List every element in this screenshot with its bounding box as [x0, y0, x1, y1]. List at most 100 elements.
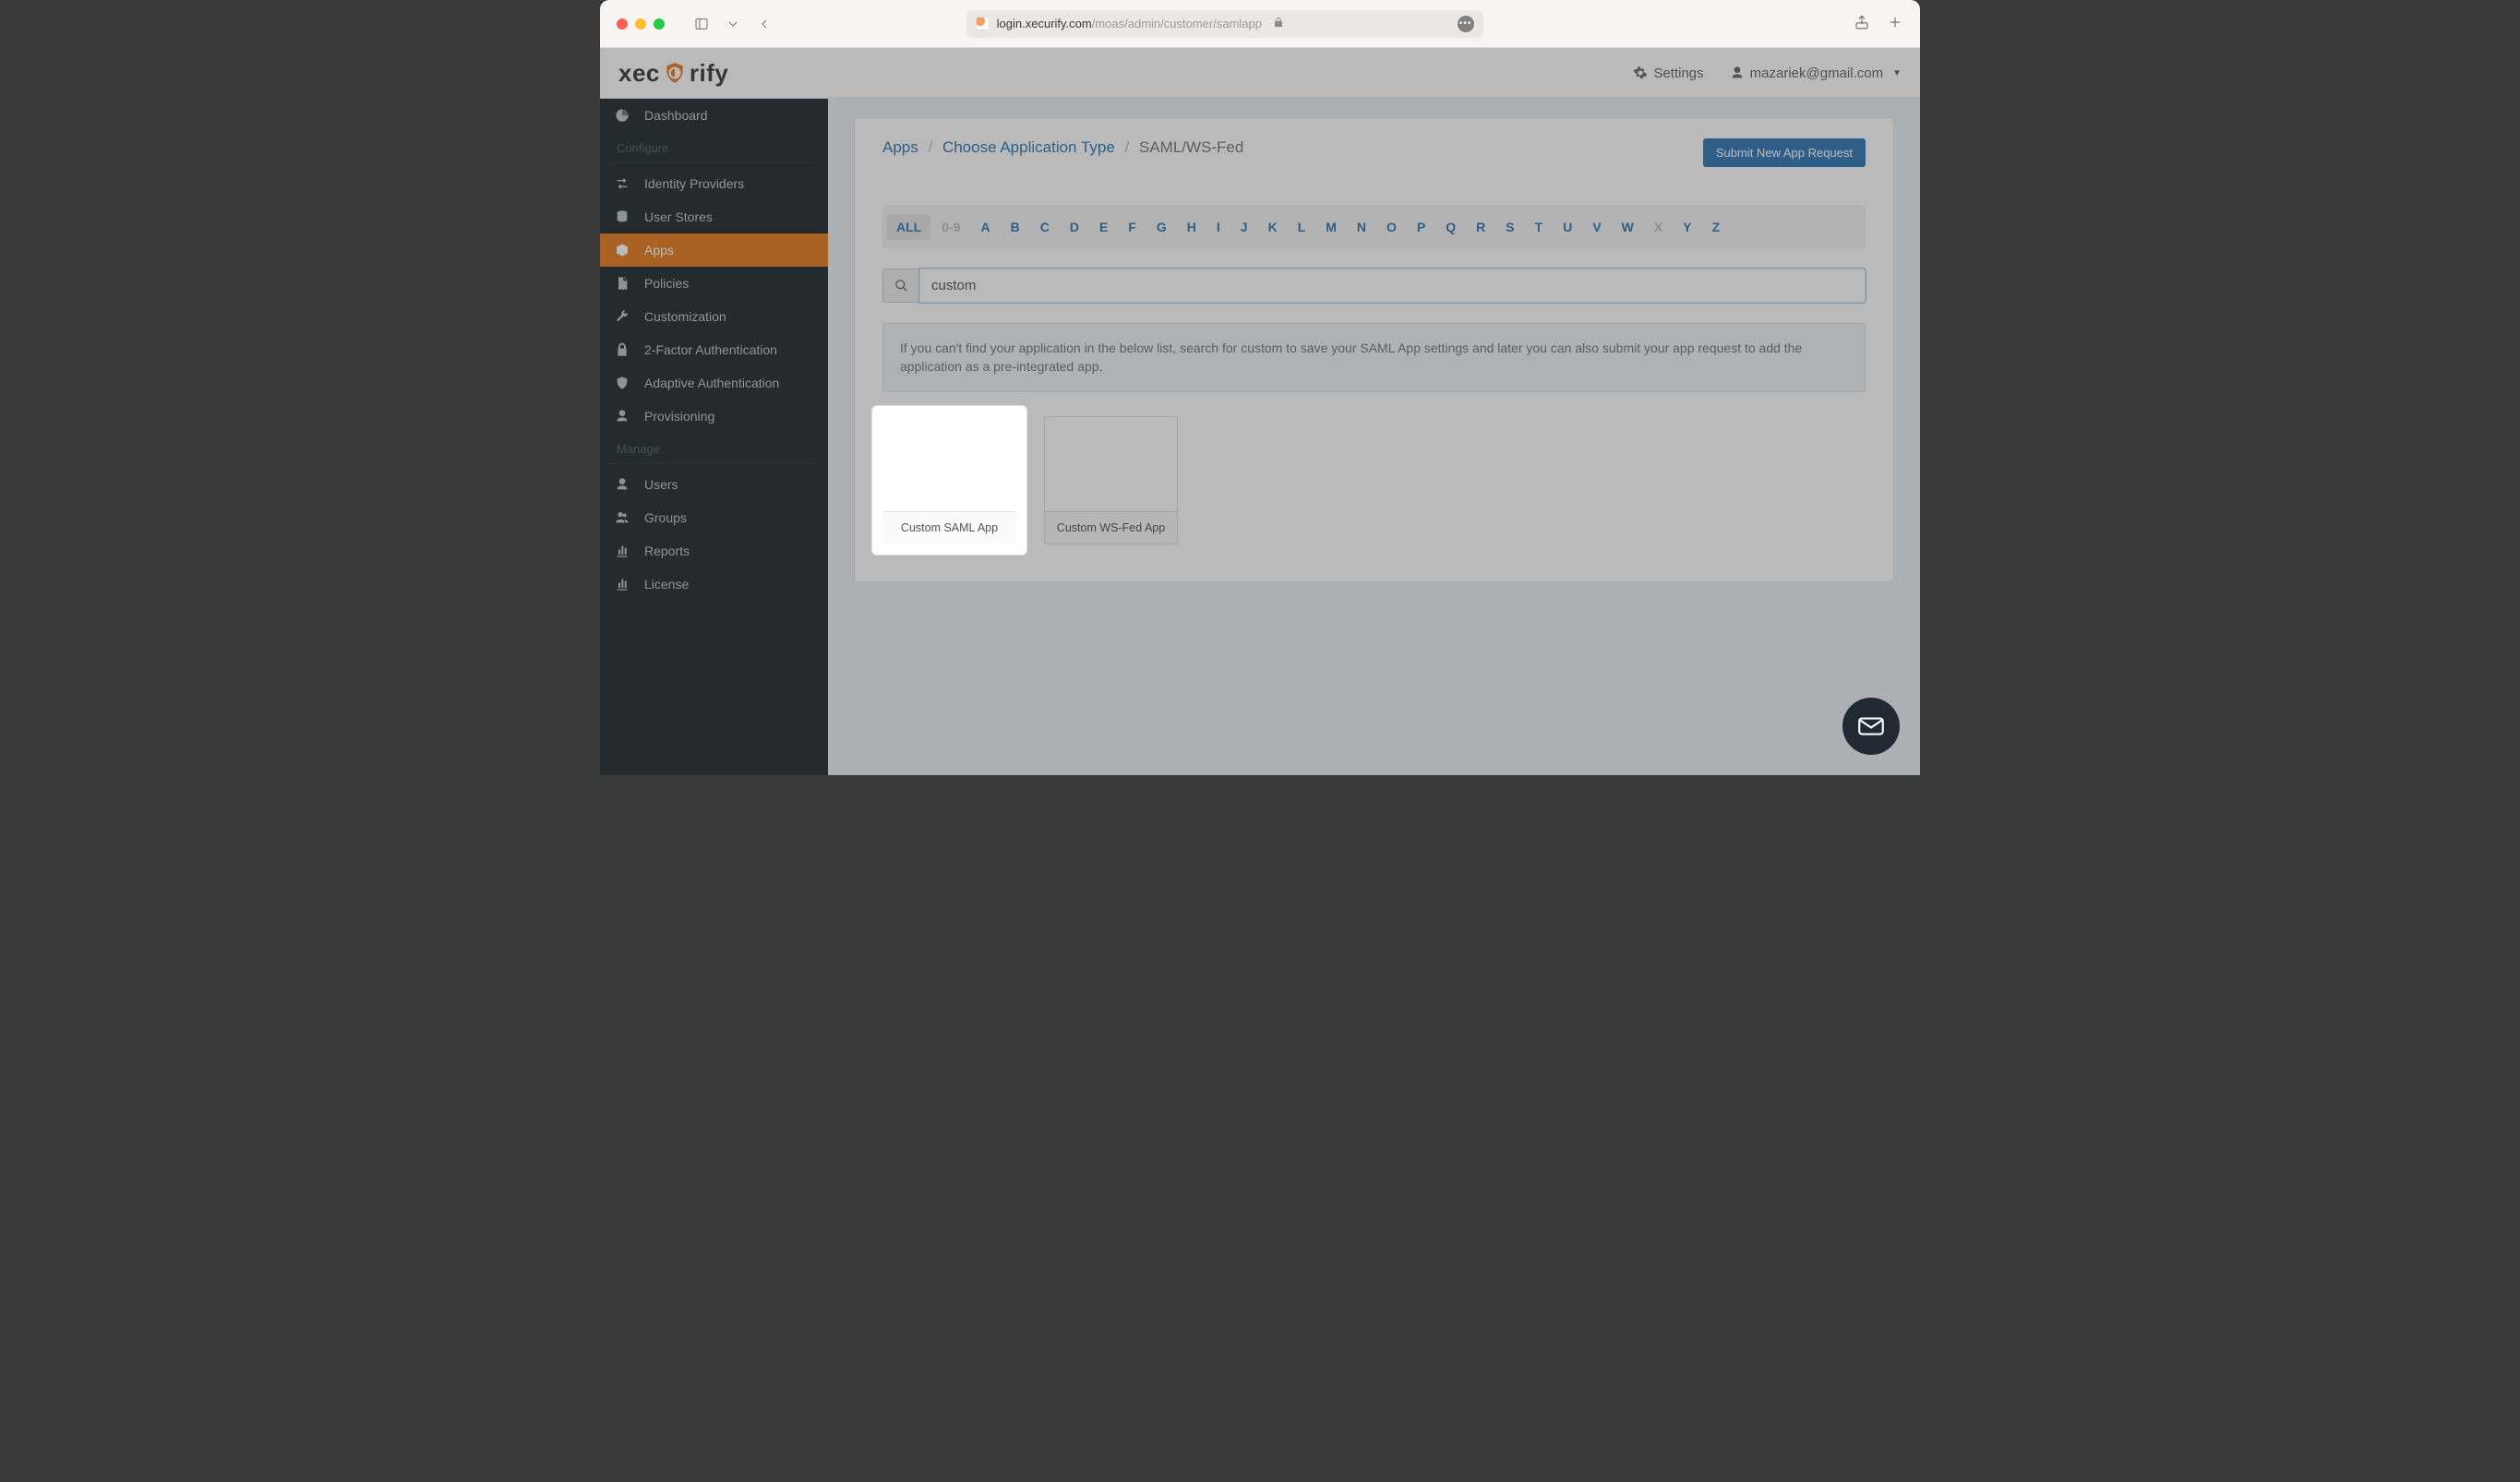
- maximize-window-icon[interactable]: [654, 18, 665, 30]
- url-host: login.xecurify.com/moas/admin/customer/s…: [997, 17, 1262, 30]
- shield-icon: [613, 376, 631, 390]
- users-icon: [613, 510, 631, 525]
- sidebar-item-adaptive-authentication[interactable]: Adaptive Authentication: [600, 366, 828, 400]
- mail-icon: [1855, 711, 1887, 742]
- sidebar-item-label: Customization: [644, 309, 726, 324]
- highlighted-tile-custom-saml[interactable]: Custom SAML App: [871, 405, 1027, 556]
- back-icon[interactable]: [751, 11, 777, 37]
- filter-letter-z[interactable]: Z: [1703, 214, 1730, 240]
- logo-text-pre: xec: [618, 59, 660, 88]
- dropdown-chevron-icon[interactable]: [720, 11, 746, 37]
- sidebar-section-manage_label: Manage: [600, 433, 828, 463]
- dashboard-icon: [613, 108, 631, 123]
- filter-letter-o[interactable]: O: [1377, 214, 1406, 240]
- filter-letter-c[interactable]: C: [1031, 214, 1059, 240]
- filter-letter-e[interactable]: E: [1090, 214, 1117, 240]
- breadcrumb: Apps / Choose Application Type / SAML/WS…: [882, 138, 1243, 157]
- sidebar-item-customization[interactable]: Customization: [600, 300, 828, 333]
- app-tile-custom-ws-fed-app[interactable]: Custom WS-Fed App: [1044, 416, 1178, 544]
- site-favicon-icon: [976, 17, 990, 30]
- user-email: mazariek@gmail.com: [1750, 66, 1883, 81]
- sidebar-item-label: Identity Providers: [644, 176, 744, 191]
- user-icon: [613, 477, 631, 492]
- filter-letter-r[interactable]: R: [1467, 214, 1494, 240]
- filter-letter-v[interactable]: V: [1583, 214, 1610, 240]
- breadcrumb-choose-type[interactable]: Choose Application Type: [942, 138, 1115, 156]
- filter-letter-t[interactable]: T: [1526, 214, 1553, 240]
- new-tab-icon[interactable]: [1887, 14, 1903, 33]
- filter-letter-k[interactable]: K: [1259, 214, 1287, 240]
- window-controls[interactable]: [617, 18, 665, 30]
- brand-logo[interactable]: xec rify: [618, 59, 728, 88]
- app-header: xec rify Settings mazariek@gmail.com ▼: [600, 48, 1920, 99]
- filter-letter-q[interactable]: Q: [1436, 214, 1465, 240]
- filter-letter-a[interactable]: A: [971, 214, 999, 240]
- filter-letter-h[interactable]: H: [1178, 214, 1206, 240]
- sidebar-item-reports[interactable]: Reports: [600, 534, 828, 568]
- filter-letter-g[interactable]: G: [1147, 214, 1176, 240]
- filter-letter-s[interactable]: S: [1496, 214, 1523, 240]
- sidebar-item-label: Users: [644, 477, 678, 492]
- logo-shield-icon: [663, 61, 687, 85]
- filter-letter-j[interactable]: J: [1231, 214, 1257, 240]
- user-icon: [613, 409, 631, 424]
- filter-letter-all[interactable]: ALL: [887, 214, 930, 240]
- sidebar-item-2-factor-authentication[interactable]: 2-Factor Authentication: [600, 333, 828, 366]
- close-window-icon[interactable]: [617, 18, 628, 30]
- breadcrumb-apps[interactable]: Apps: [882, 138, 918, 156]
- sidebar-item-groups[interactable]: Groups: [600, 501, 828, 534]
- sidebar-item-label: Provisioning: [644, 409, 714, 424]
- filter-letter-w[interactable]: W: [1613, 214, 1643, 240]
- sidebar-item-label: User Stores: [644, 209, 713, 224]
- submit-app-request-button[interactable]: Submit New App Request: [1703, 138, 1866, 167]
- sidebar-item-users[interactable]: Users: [600, 468, 828, 501]
- sidebar-section-configure_label: Configure: [600, 132, 828, 162]
- db-icon: [613, 209, 631, 224]
- search-input[interactable]: [919, 269, 1866, 303]
- sidebar-item-license[interactable]: License: [600, 568, 828, 601]
- sidebar-item-policies[interactable]: Policies: [600, 267, 828, 300]
- filter-letter-u[interactable]: U: [1554, 214, 1581, 240]
- sidebar-item-identity-providers[interactable]: Identity Providers: [600, 167, 828, 200]
- settings-link[interactable]: Settings: [1633, 66, 1703, 81]
- filter-letter-p[interactable]: P: [1408, 214, 1434, 240]
- sidebar-item-label: Policies: [644, 276, 689, 291]
- tile-label: Custom SAML App: [883, 511, 1015, 544]
- url-menu-icon[interactable]: •••: [1458, 16, 1474, 32]
- sidebar-item-label: Dashboard: [644, 108, 708, 123]
- breadcrumb-sep: /: [1125, 138, 1130, 156]
- lock-icon: [613, 342, 631, 357]
- breadcrumb-sep: /: [928, 138, 932, 156]
- user-menu[interactable]: mazariek@gmail.com ▼: [1730, 66, 1902, 81]
- lock-icon: [1273, 17, 1284, 30]
- alphabet-filter: ALL0-9ABCDEFGHIJKLMNOPQRSTUVWXYZ: [882, 206, 1866, 248]
- logo-text-post: rify: [690, 59, 728, 88]
- filter-letter-i[interactable]: I: [1207, 214, 1230, 240]
- sidebar-item-user-stores[interactable]: User Stores: [600, 200, 828, 233]
- swap-icon: [613, 176, 631, 191]
- share-icon[interactable]: [1854, 14, 1870, 33]
- contact-fab[interactable]: [1842, 698, 1900, 755]
- filter-letter-n[interactable]: N: [1348, 214, 1375, 240]
- minimize-window-icon[interactable]: [635, 18, 646, 30]
- filter-letter-y[interactable]: Y: [1674, 214, 1700, 240]
- filter-letter-b[interactable]: B: [1002, 214, 1029, 240]
- tile-body: [1045, 417, 1177, 511]
- filter-letter-m[interactable]: M: [1316, 214, 1346, 240]
- wrench-icon: [613, 309, 631, 324]
- sidebar-item-label: Adaptive Authentication: [644, 376, 779, 390]
- filter-letter-l[interactable]: L: [1289, 214, 1315, 240]
- filter-letter-d[interactable]: D: [1061, 214, 1088, 240]
- sidebar-toggle-icon[interactable]: [689, 11, 714, 37]
- sidebar-item-apps[interactable]: Apps: [600, 233, 828, 267]
- url-bar[interactable]: login.xecurify.com/moas/admin/customer/s…: [966, 10, 1483, 38]
- sidebar-item-label: License: [644, 577, 689, 592]
- chart-icon: [613, 577, 631, 592]
- filter-letter-f[interactable]: F: [1119, 214, 1146, 240]
- chart-icon: [613, 544, 631, 558]
- sidebar-item-provisioning[interactable]: Provisioning: [600, 400, 828, 433]
- sidebar-item-dashboard[interactable]: Dashboard: [600, 99, 828, 132]
- tile-label: Custom WS-Fed App: [1045, 511, 1177, 544]
- search-icon: [882, 269, 919, 303]
- settings-label: Settings: [1653, 66, 1703, 81]
